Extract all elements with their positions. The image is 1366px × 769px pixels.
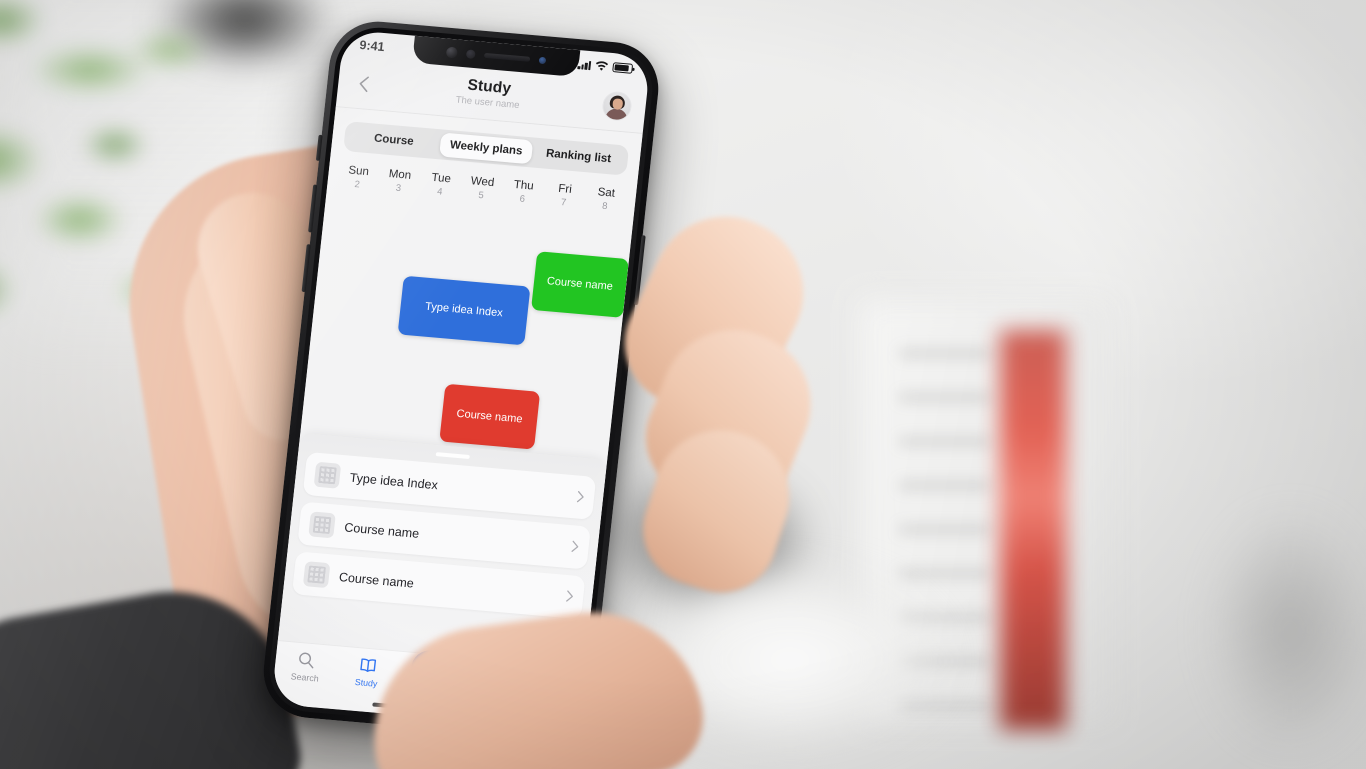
list-item-label: Course name	[338, 569, 415, 591]
tab-profile[interactable]: Profile	[458, 664, 523, 701]
avatar[interactable]	[600, 90, 634, 122]
list-item-label: Course name	[343, 519, 420, 541]
day-column-mon[interactable]: Mon 3	[377, 166, 421, 198]
background-dark-object	[130, 0, 360, 90]
background-book-white	[860, 300, 1110, 720]
gear-icon	[542, 671, 563, 692]
background-plant	[0, 0, 300, 410]
segment-tab-weekly-plans[interactable]: Weekly plans	[438, 132, 534, 165]
chevron-right-icon	[571, 540, 579, 555]
add-button-tab[interactable]	[400, 648, 461, 689]
face-id-sensor-icon	[538, 56, 547, 65]
grid-placeholder-icon	[308, 511, 336, 539]
tab-study[interactable]: Study	[335, 653, 400, 690]
day-number: 4	[436, 186, 443, 199]
chevron-right-icon	[576, 490, 584, 505]
status-icons	[577, 59, 634, 75]
list-item-label: Type idea Index	[349, 470, 439, 492]
day-column-wed[interactable]: Wed 5	[459, 173, 503, 205]
day-number: 3	[395, 183, 402, 195]
segment-tab-ranking-list[interactable]: Ranking list	[531, 140, 626, 172]
hand-finger-ring	[628, 413, 807, 607]
day-number: 2	[353, 179, 361, 191]
day-number: 6	[519, 193, 526, 206]
phone-body: 9:41 Study The user name Course Weekly p…	[258, 17, 664, 743]
day-number: 5	[477, 190, 485, 202]
photo-vignette	[0, 0, 1366, 769]
chevron-left-icon	[359, 76, 369, 92]
tab-label: Study	[354, 676, 378, 689]
grid-placeholder-icon	[302, 561, 331, 589]
chevron-right-icon	[565, 589, 573, 604]
earpiece-speaker-icon	[483, 52, 531, 62]
power-button[interactable]	[634, 235, 646, 306]
tab-search[interactable]: Search	[274, 648, 339, 685]
background-wall	[0, 0, 1366, 769]
schedule-block[interactable]: Type idea Index	[397, 275, 530, 346]
background-book-text	[900, 350, 990, 710]
course-list: Type idea Index Course name Course name	[283, 451, 605, 620]
day-column-thu[interactable]: Thu 6	[501, 177, 545, 209]
tab-settings[interactable]: Settings	[519, 669, 584, 706]
hand-finger-middle	[627, 308, 833, 527]
signal-bars-icon	[577, 60, 592, 70]
day-column-sat[interactable]: Sat 8	[583, 184, 627, 216]
battery-icon	[612, 62, 634, 74]
tab-label: Search	[290, 671, 320, 684]
person-icon	[480, 666, 501, 687]
front-camera-icon	[445, 46, 458, 59]
day-number: 7	[560, 197, 567, 209]
tab-label: Settings	[533, 692, 567, 706]
schedule-block[interactable]: Course name	[438, 383, 541, 450]
segment-tab-course[interactable]: Course	[346, 124, 441, 156]
wifi-icon	[595, 60, 609, 71]
course-list-sheet: Type idea Index Course name Course name	[277, 433, 608, 667]
avatar-face	[611, 98, 623, 111]
day-column-tue[interactable]: Tue 4	[418, 170, 462, 202]
drag-handle[interactable]	[435, 452, 470, 460]
add-fab-button[interactable]	[409, 648, 451, 689]
phone-device: 9:41 Study The user name Course Weekly p…	[258, 17, 664, 743]
volume-down-button[interactable]	[301, 244, 311, 293]
background-book-red	[1000, 330, 1066, 730]
main-content: Course Weekly plans Ranking list Sun 2 Mon 3 T…	[277, 107, 643, 667]
background-bowl	[610, 540, 970, 769]
book-icon	[358, 655, 379, 676]
photo-scene: 9:41 Study The user name Course Weekly p…	[0, 0, 1366, 769]
background-right-blur	[1190, 470, 1366, 769]
tab-label: Profile	[475, 687, 502, 700]
hand-sleeve	[0, 573, 307, 769]
avatar-body	[604, 107, 628, 122]
silent-switch[interactable]	[315, 134, 323, 161]
day-number: 8	[601, 201, 609, 213]
status-time: 9:41	[358, 37, 386, 55]
search-icon	[296, 650, 317, 671]
volume-up-button[interactable]	[308, 184, 318, 233]
proximity-sensor-icon	[465, 49, 476, 60]
back-button[interactable]	[351, 72, 375, 96]
day-column-fri[interactable]: Fri 7	[542, 181, 586, 213]
day-column-sun[interactable]: Sun 2	[336, 163, 380, 195]
schedule-block[interactable]: Course name	[530, 251, 629, 318]
grid-placeholder-icon	[313, 461, 342, 489]
